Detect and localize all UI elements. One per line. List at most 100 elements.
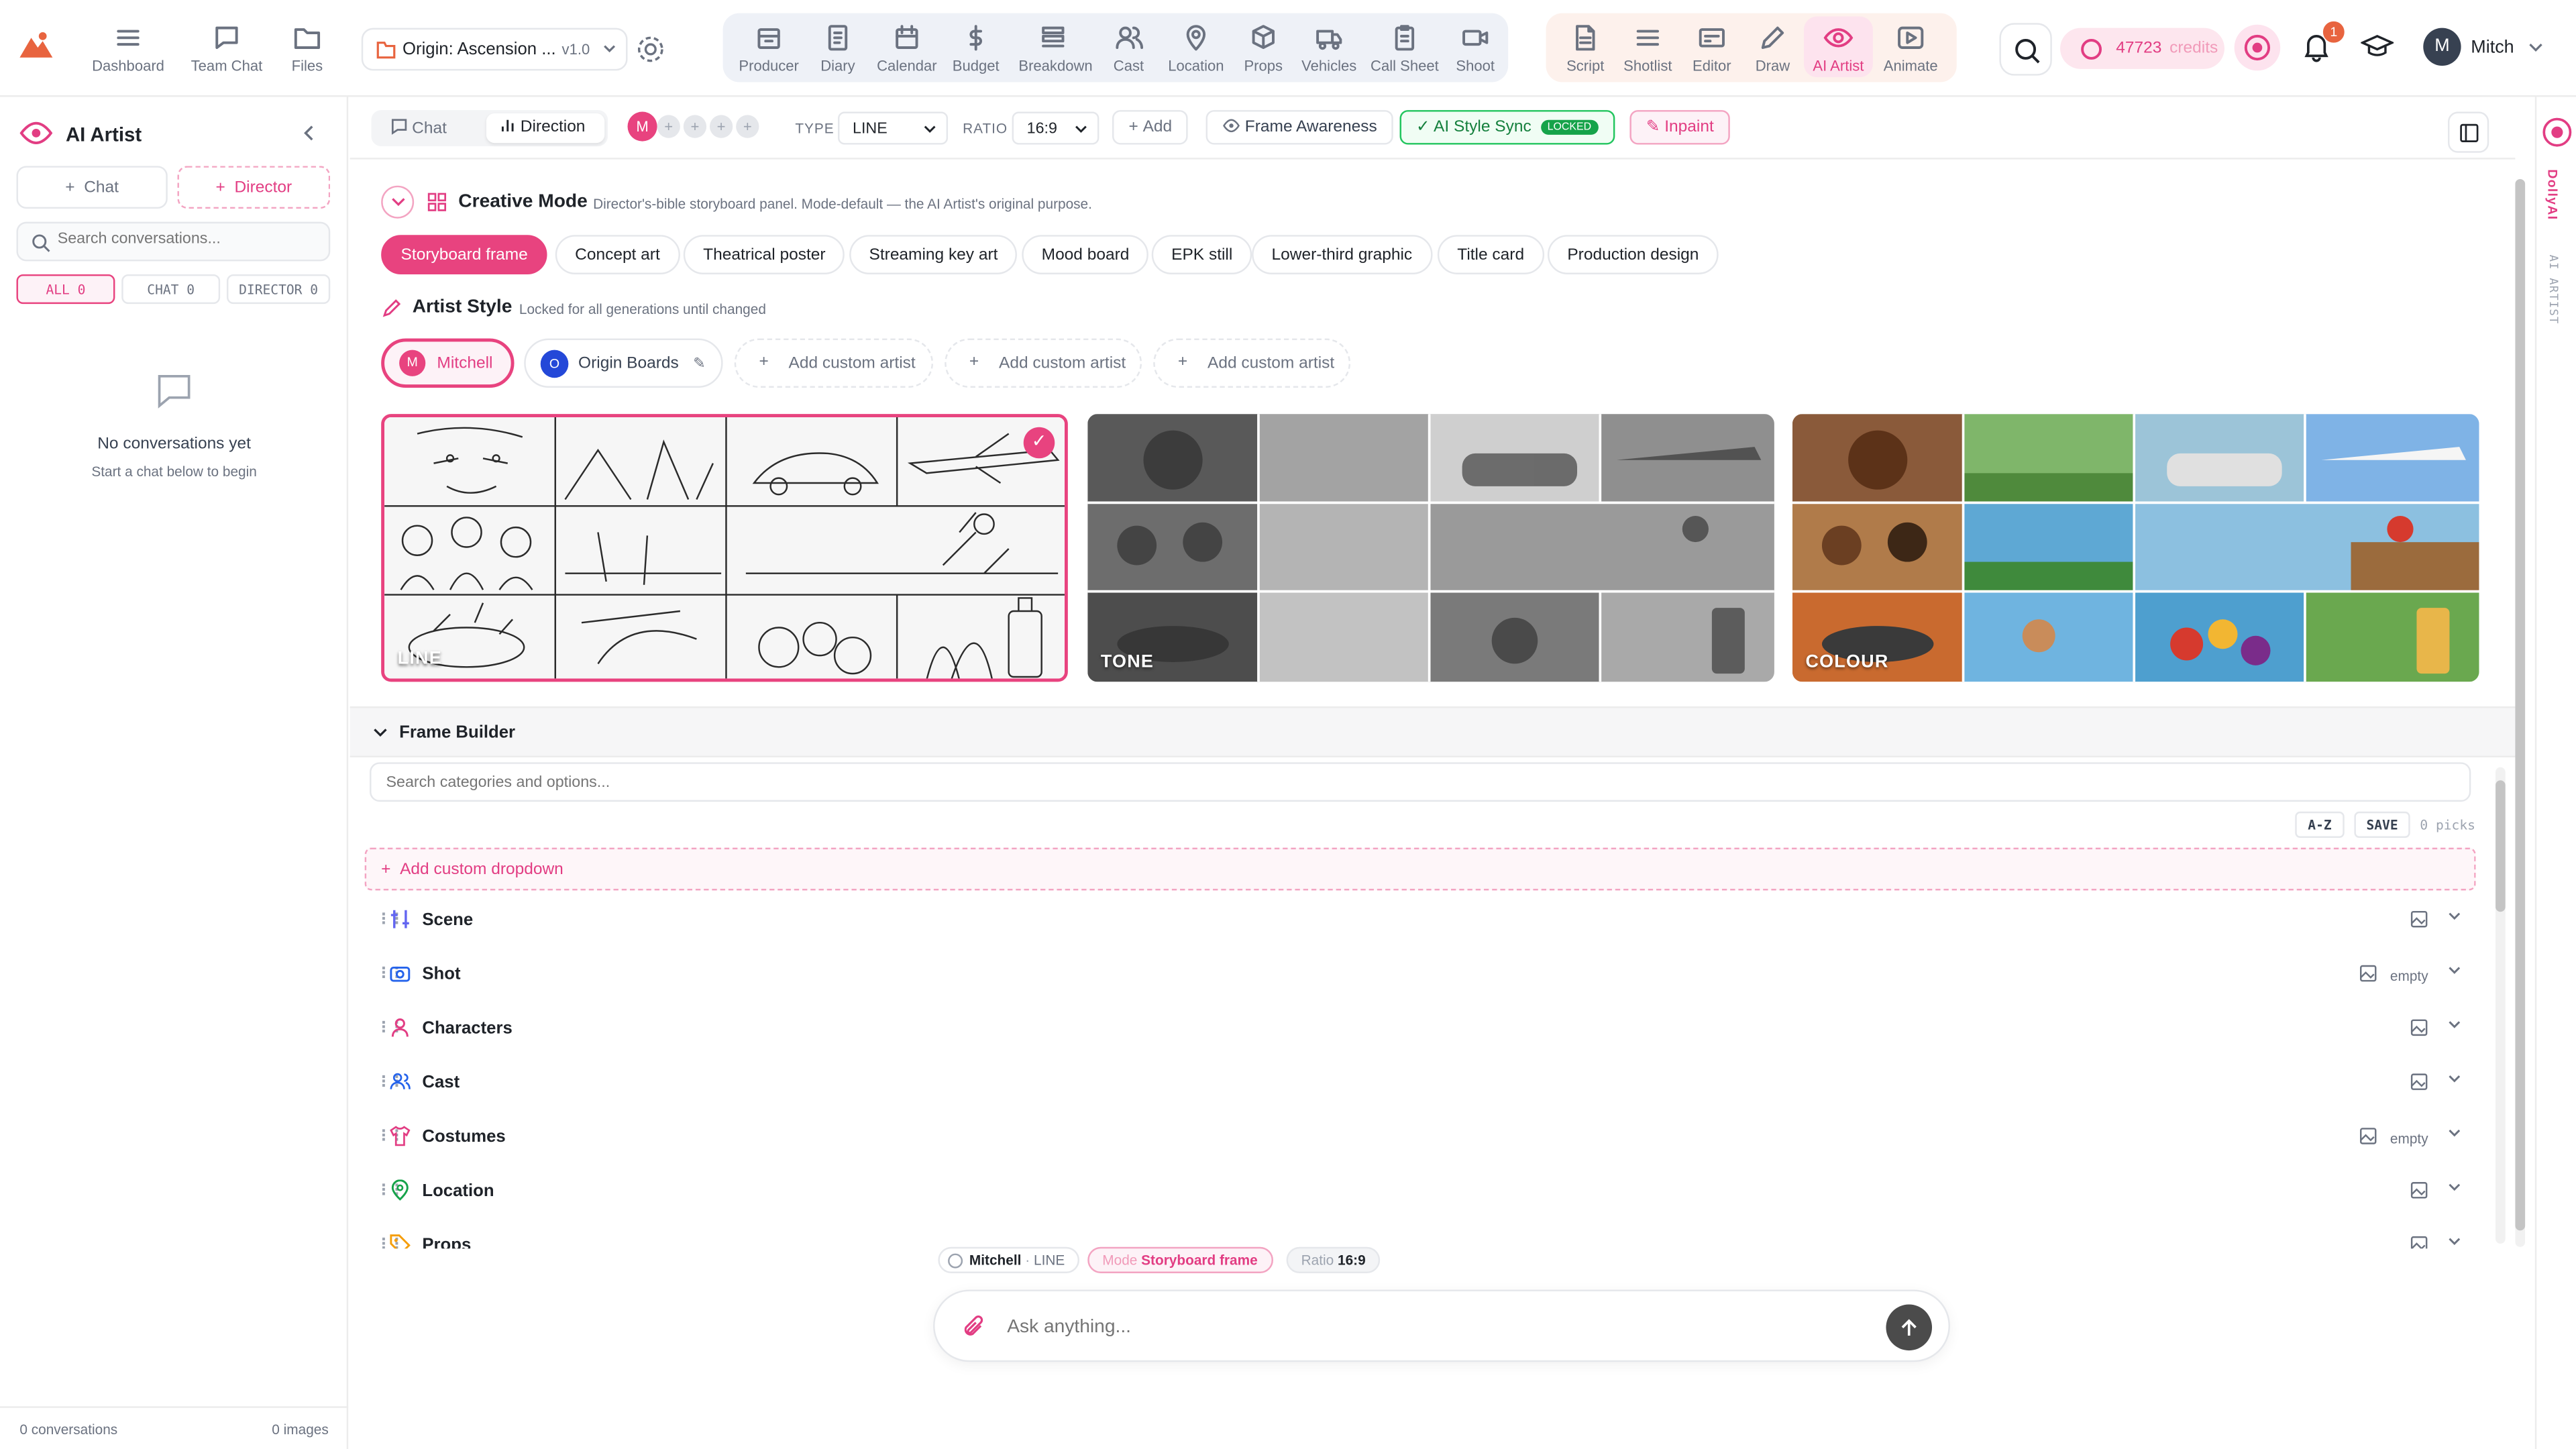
tool-call-sheet[interactable]: Call Sheet [1370,23,1439,74]
scroll-thumb[interactable] [2515,178,2526,1231]
tool-producer[interactable]: Producer [735,23,804,74]
category-location[interactable]: ⋮⋮ Location [366,1167,2474,1219]
nav-files[interactable]: Files [264,23,350,74]
tool-location[interactable]: Location [1161,23,1230,74]
mode-theatrical-poster[interactable]: Theatrical poster [683,235,845,274]
send-button[interactable] [1886,1304,1933,1351]
filter-tab-all[interactable]: ALL 0 [16,274,115,305]
context-ratio-chip[interactable]: Ratio 16:9 [1286,1246,1381,1273]
tool-shotlist[interactable]: Shotlist [1613,23,1682,74]
tool-label: Breakdown [1018,57,1093,74]
user-menu[interactable]: M Mitch [2423,28,2555,71]
paperclip-icon[interactable] [963,1314,985,1339]
category-props[interactable]: ⋮⋮ Props [366,1221,2474,1249]
image-icon[interactable] [2410,1018,2428,1036]
type-select[interactable]: LINE [837,111,949,145]
category-costumes[interactable]: ⋮⋮ Costumes empty [366,1112,2474,1165]
tool-draw[interactable]: Draw [1738,23,1807,74]
filter-tab-director[interactable]: DIRECTOR 0 [226,274,331,305]
sort-button[interactable]: A-Z [2295,811,2345,838]
category-cast[interactable]: ⋮⋮ Cast [366,1058,2474,1110]
tab-chat[interactable]: Chat [374,113,483,143]
mode-storyboard-frame[interactable]: Storyboard frame [381,235,548,274]
add-custom-artist-3[interactable]: + Add custom artist [1153,338,1351,388]
app-logo[interactable] [18,30,54,59]
category-scene[interactable]: ⋮⋮ Scene [366,896,2474,948]
tool-editor[interactable]: Editor [1677,23,1746,74]
tool-props[interactable]: Props [1229,23,1298,74]
tool-script[interactable]: Script [1551,23,1620,74]
tool-breakdown[interactable]: Breakdown [1018,23,1093,74]
toggle-panel-button[interactable] [2448,111,2489,153]
filter-tab-chat[interactable]: CHAT 0 [121,274,221,305]
scroll-thumb[interactable] [2496,780,2506,912]
app-root: Dashboard Team Chat Files Origin: Ascens… [0,0,2576,1449]
nav-dashboard[interactable]: Dashboard [85,23,170,74]
project-selector[interactable]: Origin: Ascension ... v1.0 [361,28,628,71]
collaborator-avatars[interactable]: M + + + + [627,111,769,145]
mode-lower-third-graphic[interactable]: Lower-third graphic [1252,235,1432,274]
add-custom-artist-2[interactable]: + Add custom artist [945,338,1142,388]
ai-assistant-button[interactable] [2234,24,2281,71]
credits-badge[interactable]: 47723 credits [2060,28,2224,69]
tab-direction[interactable]: Direction [486,113,605,144]
main-scrollbar[interactable] [2515,178,2526,1247]
mode-toggle: Chat Direction [371,110,608,146]
collapse-sidebar-icon[interactable] [303,125,316,141]
frame-builder-search[interactable] [370,762,2471,802]
image-icon[interactable] [2359,1127,2377,1145]
add-button[interactable]: + Add [1112,110,1189,145]
context-mode-chip[interactable]: Mode Storyboard frame [1087,1246,1273,1273]
context-artist-chip[interactable]: Mitchell · LINE [938,1246,1080,1273]
tool-calendar[interactable]: Calendar [872,23,941,74]
mode-mood-board[interactable]: Mood board [1022,235,1149,274]
mode-concept-art[interactable]: Concept art [555,235,680,274]
eye-icon[interactable] [2542,117,2573,148]
global-search-button[interactable] [1999,23,2052,76]
project-settings-button[interactable] [634,33,667,66]
mode-epk-still[interactable]: EPK still [1151,235,1252,274]
learning-button[interactable] [2361,32,2394,61]
image-icon[interactable] [2410,1236,2428,1249]
save-button[interactable]: SAVE [2354,811,2410,838]
tool-animate[interactable]: Animate [1876,23,1945,74]
new-chat-button[interactable]: + Chat [16,166,168,209]
style-card-tone[interactable]: TONE [1087,414,1774,682]
mode-production-design[interactable]: Production design [1547,235,1719,274]
tool-cast[interactable]: Cast [1094,23,1163,74]
notifications-button[interactable]: 1 [2300,21,2345,62]
image-icon[interactable] [2410,1181,2428,1199]
image-icon[interactable] [2359,965,2377,983]
tool-diary[interactable]: Diary [804,23,873,74]
tool-budget[interactable]: Budget [941,23,1010,74]
edit-icon[interactable]: ✎ [693,355,705,371]
ratio-select[interactable]: 16:9 [1012,111,1099,145]
image-icon[interactable] [2410,910,2428,928]
style-card-line[interactable]: LINE ✓ [381,414,1068,682]
frame-builder-header[interactable]: Frame Builder [350,706,2516,757]
prompt-input[interactable] [1007,1311,1862,1344]
search-conversations[interactable] [16,221,331,262]
frame-awareness-toggle[interactable]: Frame Awareness [1205,110,1394,145]
nav-team-chat[interactable]: Team Chat [184,23,269,74]
inpaint-button[interactable]: ✎ Inpaint [1629,110,1731,145]
add-custom-dropdown[interactable]: + Add custom dropdown [364,847,2476,891]
tool-vehicles[interactable]: Vehicles [1295,23,1364,74]
mode-title-card[interactable]: Title card [1437,235,1544,274]
artist-mitchell[interactable]: M Mitchell [381,338,515,388]
artist-origin-boards[interactable]: O Origin Boards ✎ [524,338,723,388]
category-shot[interactable]: ⋮⋮ Shot empty [366,950,2474,1002]
style-card-colour[interactable]: COLOUR [1792,414,2479,682]
search-input[interactable] [57,229,321,248]
frame-builder-scrollbar[interactable] [2496,767,2506,1244]
category-characters[interactable]: ⋮⋮ Characters [366,1004,2474,1056]
mode-streaming-key-art[interactable]: Streaming key art [849,235,1018,274]
tool-ai-artist[interactable]: AI Artist [1804,16,1873,78]
picks-count: 0 picks [2420,818,2475,833]
style-sync-toggle[interactable]: ✓ AI Style Sync LOCKED [1399,110,1615,145]
add-custom-artist-1[interactable]: + Add custom artist [734,338,934,388]
image-icon[interactable] [2410,1073,2428,1091]
collapse-creative-mode[interactable] [381,185,415,219]
tool-shoot[interactable]: Shoot [1441,23,1510,74]
new-director-button[interactable]: + Director [177,166,331,209]
